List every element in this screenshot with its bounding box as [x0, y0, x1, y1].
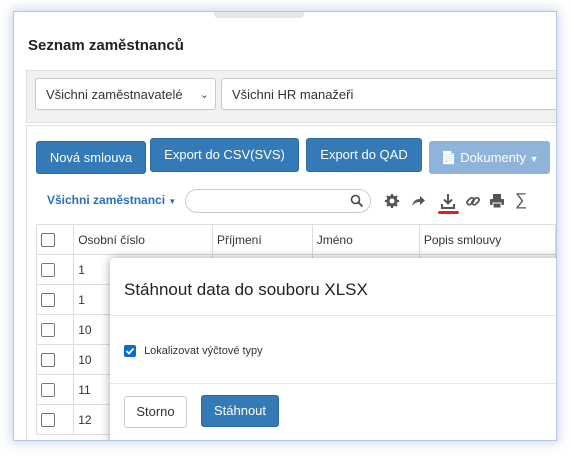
dialog-divider — [110, 383, 556, 384]
print-icon[interactable] — [489, 193, 505, 209]
table-header-row: Osobní číslo Příjmení Jméno Popis smlouv… — [35, 224, 556, 255]
checkmark-icon — [125, 347, 135, 355]
employer-select-value: Všichni zaměstnavatelé — [46, 87, 183, 102]
employee-view-dropdown[interactable]: Všichni zaměstnanci ▼ — [47, 193, 176, 207]
row-checkbox[interactable] — [41, 262, 55, 277]
download-icon[interactable] — [440, 193, 456, 209]
documents-button-label: Dokumenty — [460, 150, 526, 165]
column-header[interactable]: Příjmení — [211, 224, 313, 255]
row-select-cell — [35, 254, 75, 285]
top-blur-decoration — [214, 12, 304, 18]
app-window: Seznam zaměstnanců Všichni zaměstnavatel… — [14, 12, 556, 440]
row-select-cell — [35, 344, 75, 375]
row-checkbox[interactable] — [41, 412, 55, 427]
documents-button[interactable]: 📄 Dokumenty ▼ — [429, 141, 550, 174]
download-button[interactable]: Stáhnout — [201, 395, 279, 427]
gear-icon[interactable] — [384, 193, 400, 209]
row-select-cell — [35, 284, 75, 315]
row-checkbox[interactable] — [41, 382, 55, 397]
new-contract-button[interactable]: Nová smlouva — [36, 141, 146, 174]
row-checkbox[interactable] — [41, 292, 55, 307]
employee-view-label: Všichni zaměstnanci — [47, 193, 166, 207]
localize-enum-label: Lokalizovat výčtové typy — [144, 345, 263, 357]
caret-down-icon: ▼ — [168, 197, 177, 206]
sum-icon[interactable]: ∑ — [515, 190, 531, 209]
search-icon[interactable] — [350, 194, 364, 208]
chevron-down-icon: ⌄ — [199, 89, 209, 101]
share-icon[interactable] — [410, 193, 426, 209]
row-checkbox[interactable] — [41, 352, 55, 367]
dialog-divider — [110, 315, 556, 316]
column-header[interactable]: Osobní číslo — [73, 224, 213, 255]
export-qad-button[interactable]: Export do QAD — [306, 138, 422, 172]
localize-enum-option[interactable]: Lokalizovat výčtové typy — [124, 345, 263, 358]
column-header[interactable]: Jméno — [311, 224, 420, 255]
caret-down-icon: ▼ — [529, 154, 539, 164]
cancel-button[interactable]: Storno — [124, 396, 187, 428]
hr-manager-select[interactable]: Všichni HR manažeři — [221, 78, 556, 110]
search-input[interactable] — [185, 189, 371, 213]
row-checkbox[interactable] — [41, 322, 55, 337]
row-select-cell — [35, 374, 75, 405]
link-icon[interactable] — [465, 193, 481, 209]
select-all-checkbox[interactable] — [41, 232, 55, 247]
export-csv-button[interactable]: Export do CSV(SVS) — [150, 138, 299, 172]
column-header[interactable]: Popis smlouvy — [418, 224, 556, 255]
select-all-cell — [35, 224, 75, 255]
document-icon: 📄 — [440, 150, 457, 165]
hr-manager-select-value: Všichni HR manažeři — [232, 87, 354, 102]
employer-select[interactable]: Všichni zaměstnavatelé ⌄ — [35, 78, 216, 110]
download-highlight-underline — [438, 211, 459, 214]
dialog-title: Stáhnout data do souboru XLSX — [124, 280, 368, 299]
page-title: Seznam zaměstnanců — [28, 37, 184, 54]
download-xlsx-dialog: Stáhnout data do souboru XLSX Lokalizova… — [110, 258, 556, 440]
localize-enum-checkbox[interactable] — [124, 345, 136, 358]
row-select-cell — [35, 314, 75, 345]
row-select-cell — [35, 404, 75, 435]
